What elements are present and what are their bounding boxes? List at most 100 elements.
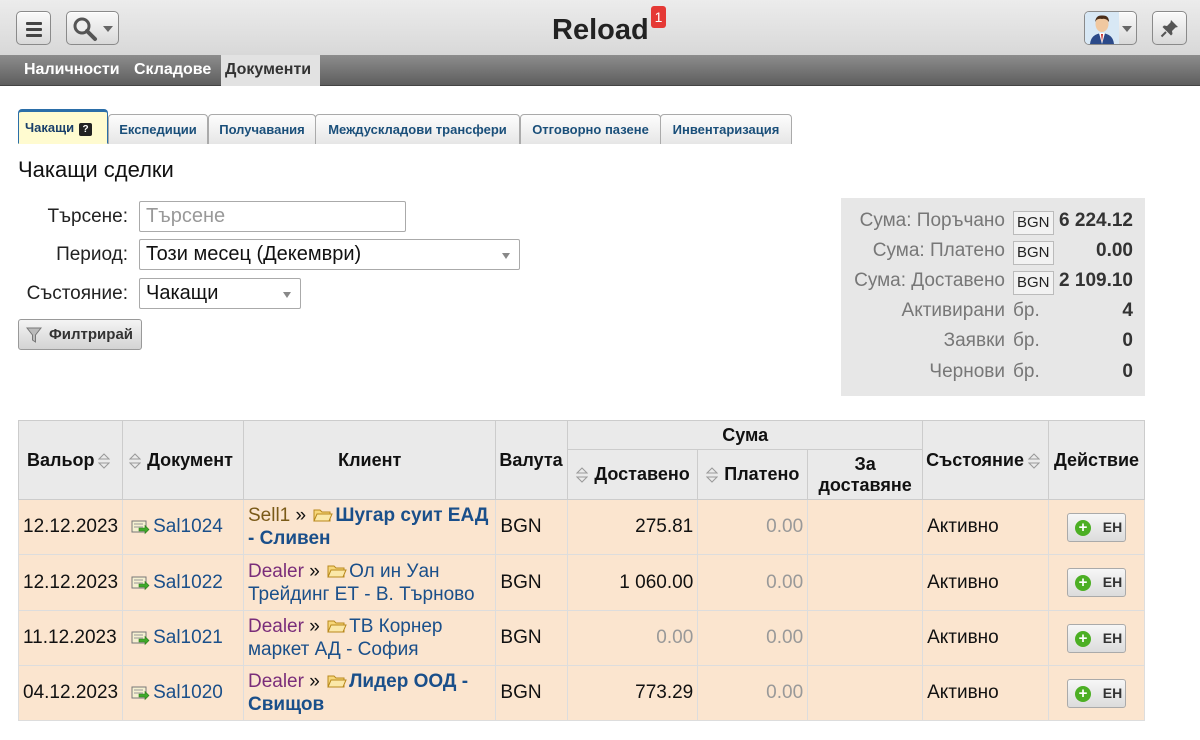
- document-link[interactable]: Sal1020: [153, 682, 223, 703]
- filter-button[interactable]: Филтрирай: [18, 319, 142, 350]
- table-row[interactable]: 04.12.2023 Sal1020 Dealer » Лидер ООД - Св…: [17, 665, 1146, 721]
- summary-row: Сума: Доставено BGN 2 109.10: [841, 266, 1145, 296]
- document-arrow-icon: [131, 520, 150, 535]
- state-label: Състояние:: [26, 283, 128, 304]
- create-waybill-button[interactable]: + ЕН: [1066, 678, 1126, 708]
- client-role-link[interactable]: Sell1: [248, 505, 290, 526]
- tab-shipments[interactable]: Експедиции: [108, 114, 208, 144]
- main-nav: Наличности Складове Документи: [0, 55, 1200, 86]
- app-title: Reload: [552, 14, 649, 46]
- pin-button[interactable]: [1152, 11, 1187, 45]
- document-link[interactable]: Sal1021: [153, 627, 223, 648]
- sort-icon[interactable]: [1027, 453, 1041, 469]
- search-button[interactable]: [66, 11, 119, 45]
- cell-currency: BGN: [495, 665, 569, 721]
- cell-client: Dealer » Лидер ООД - Свищов: [242, 665, 497, 721]
- cell-currency: BGN: [495, 499, 569, 555]
- summary-row: Сума: Платено BGN 0.00: [841, 236, 1145, 266]
- folder-icon: [327, 565, 347, 577]
- cell-to-deliver: [807, 610, 924, 666]
- sort-icon[interactable]: [97, 453, 110, 469]
- summary-value: 6 224.12: [1059, 210, 1133, 231]
- table-row[interactable]: 12.12.2023 Sal1022 Dealer » Ол ин Уан Трей…: [17, 554, 1146, 611]
- nav-item-warehouses[interactable]: Складове: [130, 55, 215, 86]
- nav-item-documents[interactable]: Документи: [221, 55, 320, 86]
- document-link[interactable]: Sal1022: [153, 572, 223, 593]
- col-header-state[interactable]: Състояние: [922, 420, 1049, 500]
- cell-action: + ЕН: [1047, 610, 1146, 666]
- period-select[interactable]: Този месец (Декември): [139, 239, 520, 270]
- chevron-down-icon: [502, 253, 510, 259]
- col-header-document[interactable]: Документ: [122, 420, 244, 500]
- col-header-action: Действие: [1047, 420, 1146, 500]
- cell-document: Sal1020: [122, 665, 244, 721]
- folder-icon: [327, 675, 347, 688]
- cell-document: Sal1024: [122, 499, 244, 555]
- period-value: Този месец (Декември): [146, 243, 362, 265]
- sort-icon[interactable]: [706, 467, 719, 483]
- funnel-icon: [26, 327, 42, 343]
- cell-action: + ЕН: [1047, 499, 1146, 555]
- state-value: Чакащи: [146, 282, 219, 304]
- chevron-down-icon: [1122, 26, 1132, 32]
- state-select[interactable]: Чакащи: [139, 278, 301, 309]
- filter-button-label: Филтрирай: [49, 326, 134, 343]
- cell-delivered: 1 060.00: [567, 554, 699, 611]
- client-role-link[interactable]: Dealer: [248, 616, 304, 637]
- sub-tabs: Чакащи? Експедиции Получавания Междускла…: [18, 106, 792, 144]
- col-header-paid[interactable]: Платено: [697, 449, 809, 500]
- document-link[interactable]: Sal1024: [153, 516, 223, 537]
- cell-state: Активно: [922, 499, 1049, 555]
- tab-pending[interactable]: Чакащи?: [18, 109, 108, 144]
- top-bar: Reload 1: [0, 0, 1200, 55]
- cell-client: Sell1 » Шугар суит ЕАД - Сливен: [242, 499, 497, 555]
- document-arrow-icon: [131, 631, 150, 646]
- cell-date: 04.12.2023: [17, 665, 124, 721]
- search-label: Търсене:: [47, 206, 128, 227]
- tab-custody[interactable]: Отговорно пазене: [520, 114, 661, 144]
- search-input[interactable]: Търсене: [139, 201, 406, 232]
- table-row[interactable]: 12.12.2023 Sal1024 Sell1 » Шугар суит ЕАД …: [17, 499, 1146, 555]
- create-waybill-button[interactable]: + ЕН: [1066, 512, 1126, 542]
- cell-paid: 0.00: [697, 499, 809, 555]
- summary-unit: бр.: [1013, 330, 1040, 351]
- plus-icon: +: [1074, 575, 1091, 591]
- create-waybill-button[interactable]: + ЕН: [1066, 568, 1126, 597]
- cell-paid: 0.00: [697, 665, 809, 721]
- tab-receipts[interactable]: Получавания: [208, 114, 316, 144]
- cell-paid: 0.00: [697, 554, 809, 611]
- summary-panel: Сума: Поръчано BGN 6 224.12 Сума: Платен…: [841, 198, 1145, 396]
- notification-badge[interactable]: 1: [651, 6, 666, 28]
- help-icon[interactable]: ?: [79, 123, 93, 136]
- create-waybill-button[interactable]: + ЕН: [1066, 623, 1126, 653]
- cell-state: Активно: [922, 665, 1049, 721]
- cell-to-deliver: [807, 554, 924, 611]
- summary-label: Активирани: [901, 300, 1005, 321]
- cell-delivered: 773.29: [567, 665, 699, 721]
- client-role-link[interactable]: Dealer: [248, 671, 304, 692]
- table-row[interactable]: 11.12.2023 Sal1021 Dealer » ТВ Корнер марк…: [17, 610, 1146, 666]
- cell-to-deliver: [807, 665, 924, 721]
- chevron-down-icon: [103, 26, 113, 32]
- summary-label: Заявки: [943, 330, 1005, 351]
- plus-icon: +: [1074, 685, 1091, 702]
- nav-item-stock[interactable]: Наличности: [20, 55, 124, 86]
- tab-transfers[interactable]: Междускладови трансфери: [315, 114, 520, 144]
- currency-badge: BGN: [1013, 211, 1054, 235]
- folder-icon: [313, 509, 334, 522]
- client-role-link[interactable]: Dealer: [248, 561, 304, 582]
- search-icon: [73, 17, 97, 41]
- col-header-date[interactable]: Вальор: [17, 420, 124, 500]
- cell-currency: BGN: [495, 554, 569, 611]
- breadcrumb-separator: »: [303, 616, 326, 637]
- user-menu-button[interactable]: [1084, 11, 1137, 45]
- tab-inventory[interactable]: Инвентаризация: [660, 114, 792, 144]
- sort-icon[interactable]: [128, 453, 142, 469]
- sort-icon[interactable]: [576, 467, 589, 483]
- cell-delivered: 275.81: [567, 499, 699, 555]
- menu-button[interactable]: [16, 11, 51, 45]
- cell-document: Sal1022: [122, 554, 244, 611]
- summary-value: 0: [1122, 330, 1133, 351]
- waybill-button-label: ЕН: [1102, 629, 1123, 646]
- col-header-delivered[interactable]: Доставено: [567, 449, 699, 500]
